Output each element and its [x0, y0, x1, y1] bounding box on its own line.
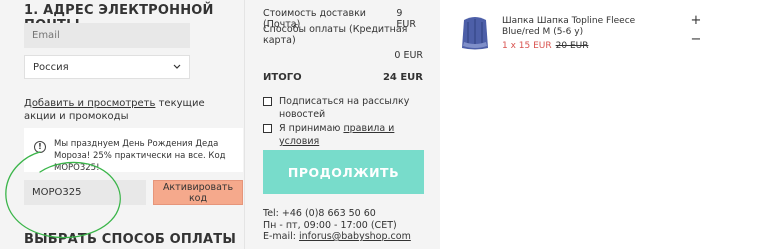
- total-label: ИТОГО: [263, 72, 302, 83]
- terms-option[interactable]: Я принимаю правила и условия: [263, 122, 433, 148]
- order-summary-column: Стоимость доставки (Почта) 9 EUR Способы…: [244, 0, 440, 249]
- cart-column: Шапка Шапка Topline Fleece Blue/red M (5…: [450, 0, 712, 249]
- contact-email-prefix: E-mail:: [263, 231, 300, 242]
- total-value: 24 EUR: [382, 72, 423, 83]
- decrease-quantity-button[interactable]: −: [690, 33, 702, 46]
- checkout-left-column: 1. АДРЕС ЭЛЕКТРОННОЙ ПОЧТЫ Россия Добави…: [0, 0, 244, 249]
- promo-code-input[interactable]: МОРО325: [24, 180, 146, 205]
- country-select[interactable]: Россия: [24, 55, 190, 79]
- activate-code-button[interactable]: Активировать код: [153, 180, 243, 205]
- contact-info: Tel: +46 (0)8 663 50 60 Пн - пт, 09:00 -…: [263, 208, 411, 243]
- payment-method-value: 0 EUR: [394, 50, 423, 61]
- email-field[interactable]: [24, 23, 190, 48]
- contact-phone: Tel: +46 (0)8 663 50 60: [263, 208, 376, 219]
- product-current-price: 1 x 15 EUR: [502, 41, 552, 51]
- increase-quantity-button[interactable]: +: [690, 14, 702, 27]
- continue-button[interactable]: ПРОДОЛЖИТЬ: [263, 150, 424, 194]
- payment-cost-row: Способы оплаты (Кредитная карта) 0 EUR: [263, 24, 423, 61]
- newsletter-option[interactable]: Подписаться на рассылку новостей: [263, 95, 433, 121]
- payment-section-title: ВЫБРАТЬ СПОСОБ ОПЛАТЫ: [24, 232, 237, 247]
- contact-email-line: E-mail: inforus@babyshop.com: [263, 231, 411, 243]
- country-selected-value: Россия: [33, 61, 69, 73]
- info-circle-icon: !: [34, 141, 46, 153]
- terms-prefix: Я принимаю: [279, 123, 344, 134]
- newsletter-checkbox[interactable]: [263, 97, 272, 106]
- promo-code-value: МОРО325: [32, 187, 82, 198]
- payment-method-label: Способы оплаты (Кредитная карта): [263, 24, 408, 46]
- total-row: ИТОГО 24 EUR: [263, 72, 423, 83]
- chevron-down-icon: [173, 64, 181, 69]
- product-old-price: 20 EUR: [555, 41, 589, 51]
- view-promos-link[interactable]: Добавить и просмотреть: [24, 98, 155, 109]
- terms-checkbox[interactable]: [263, 124, 272, 133]
- product-image[interactable]: [460, 14, 490, 50]
- product-name[interactable]: Шапка Шапка Topline Fleece Blue/red M (5…: [502, 16, 672, 38]
- promo-info-message: Мы празднуем День Рождения Деда Мороза! …: [54, 139, 226, 173]
- product-price: 1 x 15 EUR 20 EUR: [502, 41, 588, 51]
- newsletter-label: Подписаться на рассылку новостей: [279, 96, 410, 120]
- promo-description: Добавить и просмотреть текущие акции и п…: [24, 97, 224, 123]
- terms-text: Я принимаю правила и условия: [279, 122, 433, 148]
- contact-email-link[interactable]: inforus@babyshop.com: [299, 231, 411, 242]
- contact-hours: Пн - пт, 09:00 - 17:00 (CET): [263, 219, 397, 231]
- promo-info-box: ! Мы празднуем День Рождения Деда Мороза…: [24, 128, 243, 173]
